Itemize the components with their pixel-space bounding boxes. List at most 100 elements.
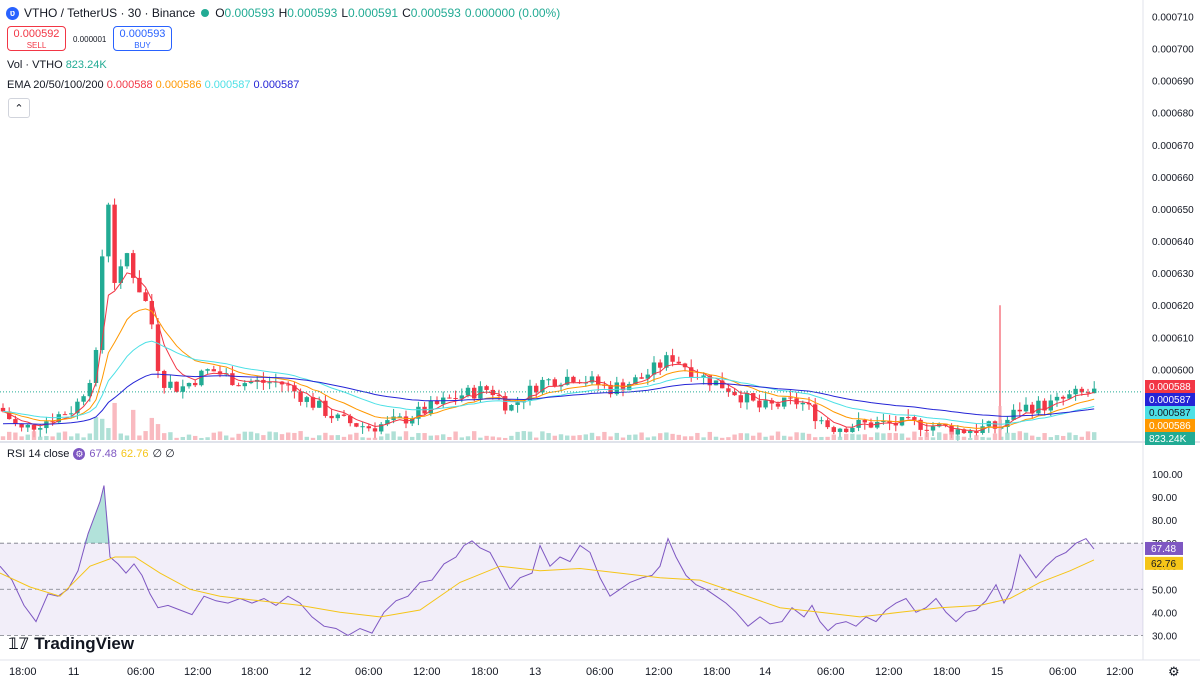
ohlc-key: H — [278, 6, 288, 20]
candle-body — [168, 381, 173, 388]
volume-bar — [168, 432, 173, 440]
volume-bar — [893, 433, 898, 440]
volume-bar — [155, 424, 161, 440]
candle-body — [335, 414, 340, 419]
volume-bar — [732, 434, 737, 440]
volume-bar — [639, 432, 644, 440]
volume-bar — [56, 432, 61, 440]
candle-body — [100, 256, 105, 350]
time-tick-label: 12:00 — [1106, 666, 1134, 678]
volume-bar — [261, 435, 266, 440]
rsi-legend[interactable]: RSI 14 close ⚙ 67.48 62.76 ∅ ∅ — [7, 447, 175, 460]
candle-body — [850, 427, 855, 433]
candle-body — [825, 420, 830, 428]
price-tick-label: 0.000650 — [1152, 205, 1194, 216]
volume-bar — [279, 434, 285, 440]
volume-bar — [131, 409, 136, 440]
volume-bar — [248, 431, 254, 440]
rsi-tag-label: 67.48 — [1151, 544, 1176, 555]
candle-body — [403, 416, 409, 424]
volume-bar — [757, 432, 762, 440]
volume-bar — [992, 433, 998, 440]
volume-bar — [286, 432, 291, 440]
price-chart-canvas[interactable]: 0.000710 0.000700 0.000690 0.000680 0.000670… — [0, 0, 1200, 683]
tradingview-logo[interactable]: 𝟙𝟟 TradingView — [8, 634, 134, 654]
collapse-legend-button[interactable]: ⌃ — [8, 98, 30, 118]
volume-bar — [1011, 432, 1016, 440]
volume-bar — [540, 431, 545, 440]
volume-bar — [1030, 435, 1035, 440]
ohlc-value: 0.000593 — [224, 6, 275, 20]
volume-bar — [292, 432, 297, 440]
volume-bar — [224, 435, 229, 440]
volume-bar — [856, 434, 861, 440]
volume-bar — [335, 435, 340, 440]
chart-settings-icon[interactable]: ⚙ — [1168, 664, 1180, 680]
time-tick-label: 14 — [759, 666, 771, 678]
volume-bar — [906, 437, 911, 440]
volume-bar — [831, 434, 836, 440]
candle-body — [434, 400, 440, 405]
volume-legend[interactable]: Vol · VTHO 823.24K — [7, 59, 107, 71]
rsi-label: RSI 14 close — [7, 447, 70, 460]
volume-bar — [707, 431, 712, 440]
candle-body — [1023, 404, 1029, 412]
candle-body — [744, 393, 750, 403]
candle-body — [1017, 409, 1022, 412]
price-tag-label: 0.000587 — [1149, 395, 1191, 406]
ema-value: 0.000588 — [106, 79, 153, 91]
buy-button[interactable]: 0.000593 BUY — [113, 26, 172, 51]
candle-body — [596, 376, 601, 385]
ohlc-key: C — [402, 6, 411, 20]
volume-bar — [744, 433, 750, 440]
time-tick-label: 15 — [991, 666, 1003, 678]
time-tick-label: 18:00 — [241, 666, 269, 678]
volume-bar — [13, 432, 18, 440]
candle-body — [248, 381, 254, 384]
volume-bar — [986, 437, 991, 440]
symbol-title[interactable]: VTHO / TetherUS · 30 · Binance — [24, 6, 195, 20]
candle-body — [317, 400, 322, 408]
volume-bar — [354, 432, 359, 440]
candle-body — [447, 397, 452, 399]
candle-body — [19, 423, 24, 428]
volume-bar — [720, 437, 725, 440]
rsi-ma-tag-label: 62.76 — [1151, 559, 1176, 570]
volume-bar — [329, 435, 334, 440]
candle-body — [354, 423, 359, 427]
buy-price: 0.000593 — [119, 28, 166, 40]
volume-bar — [403, 431, 409, 440]
volume-bar — [503, 437, 508, 440]
candle-body — [552, 379, 557, 387]
volume-bar — [317, 435, 322, 440]
volume-bar — [670, 433, 675, 440]
volume-bar — [937, 432, 942, 440]
candle-body — [484, 386, 489, 390]
volume-bar — [583, 434, 588, 440]
volume-bar — [614, 432, 619, 440]
volume-bar — [0, 436, 6, 440]
volume-bar — [850, 433, 855, 440]
volume-bar — [1048, 437, 1053, 440]
vechain-logo-icon: ʋ — [6, 6, 19, 20]
candle-body — [831, 427, 836, 432]
ema-value: 0.000587 — [201, 79, 251, 91]
volume-bar — [769, 435, 774, 440]
sell-button[interactable]: 0.000592 SELL — [7, 26, 66, 51]
volume-bar — [93, 417, 99, 440]
ohlc-readout: O0.000593 H0.000593 L0.000591 C0.000593 0.00… — [215, 6, 564, 20]
brand-name: TradingView — [34, 634, 135, 653]
candle-body — [1011, 409, 1016, 420]
rsi-settings-icon[interactable]: ⚙ — [73, 447, 86, 460]
ema-label: EMA 20/50/100/200 — [7, 79, 104, 91]
candle-body — [69, 413, 74, 415]
candle-body — [930, 426, 936, 431]
ohlc-key: O — [215, 6, 225, 20]
volume-bar — [620, 437, 626, 440]
candle-body — [738, 395, 743, 403]
volume-bar — [837, 436, 843, 440]
time-tick-label: 18:00 — [9, 666, 37, 678]
rsi-extra: ∅ ∅ — [152, 448, 175, 460]
volume-bar — [521, 431, 526, 440]
ema-legend[interactable]: EMA 20/50/100/200 0.000588 0.000586 0.00… — [7, 79, 299, 91]
